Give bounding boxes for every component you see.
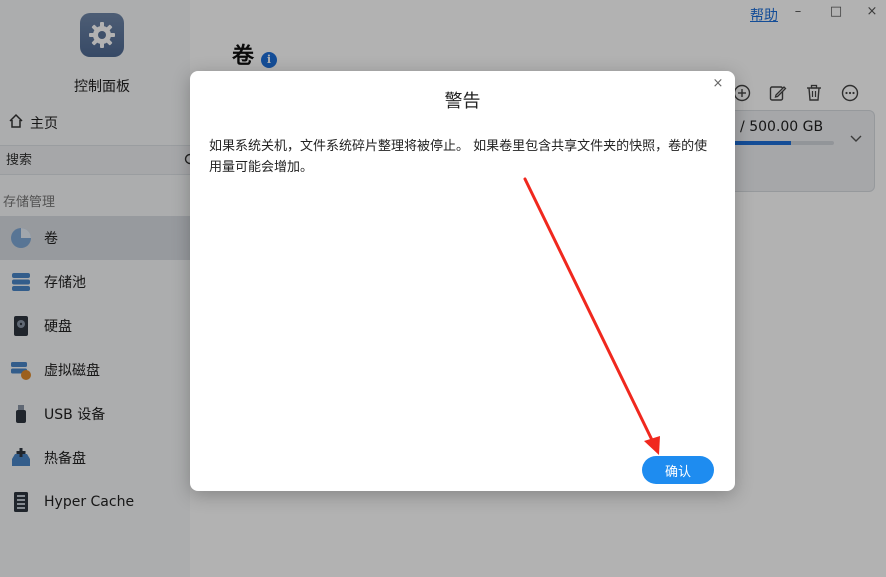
warning-dialog: 警告 × 如果系统关机，文件系统碎片整理将被停止。 如果卷里包含共享文件夹的快照… bbox=[190, 71, 735, 491]
dialog-title: 警告 bbox=[444, 91, 481, 112]
dialog-close-button[interactable]: × bbox=[711, 76, 725, 91]
dialog-message: 如果系统关机，文件系统碎片整理将被停止。 如果卷里包含共享文件夹的快照，卷的使用… bbox=[209, 139, 708, 175]
app-window: 控制面板 主页 存储管理 卷 bbox=[0, 0, 886, 577]
confirm-button[interactable]: 确认 bbox=[642, 456, 714, 484]
